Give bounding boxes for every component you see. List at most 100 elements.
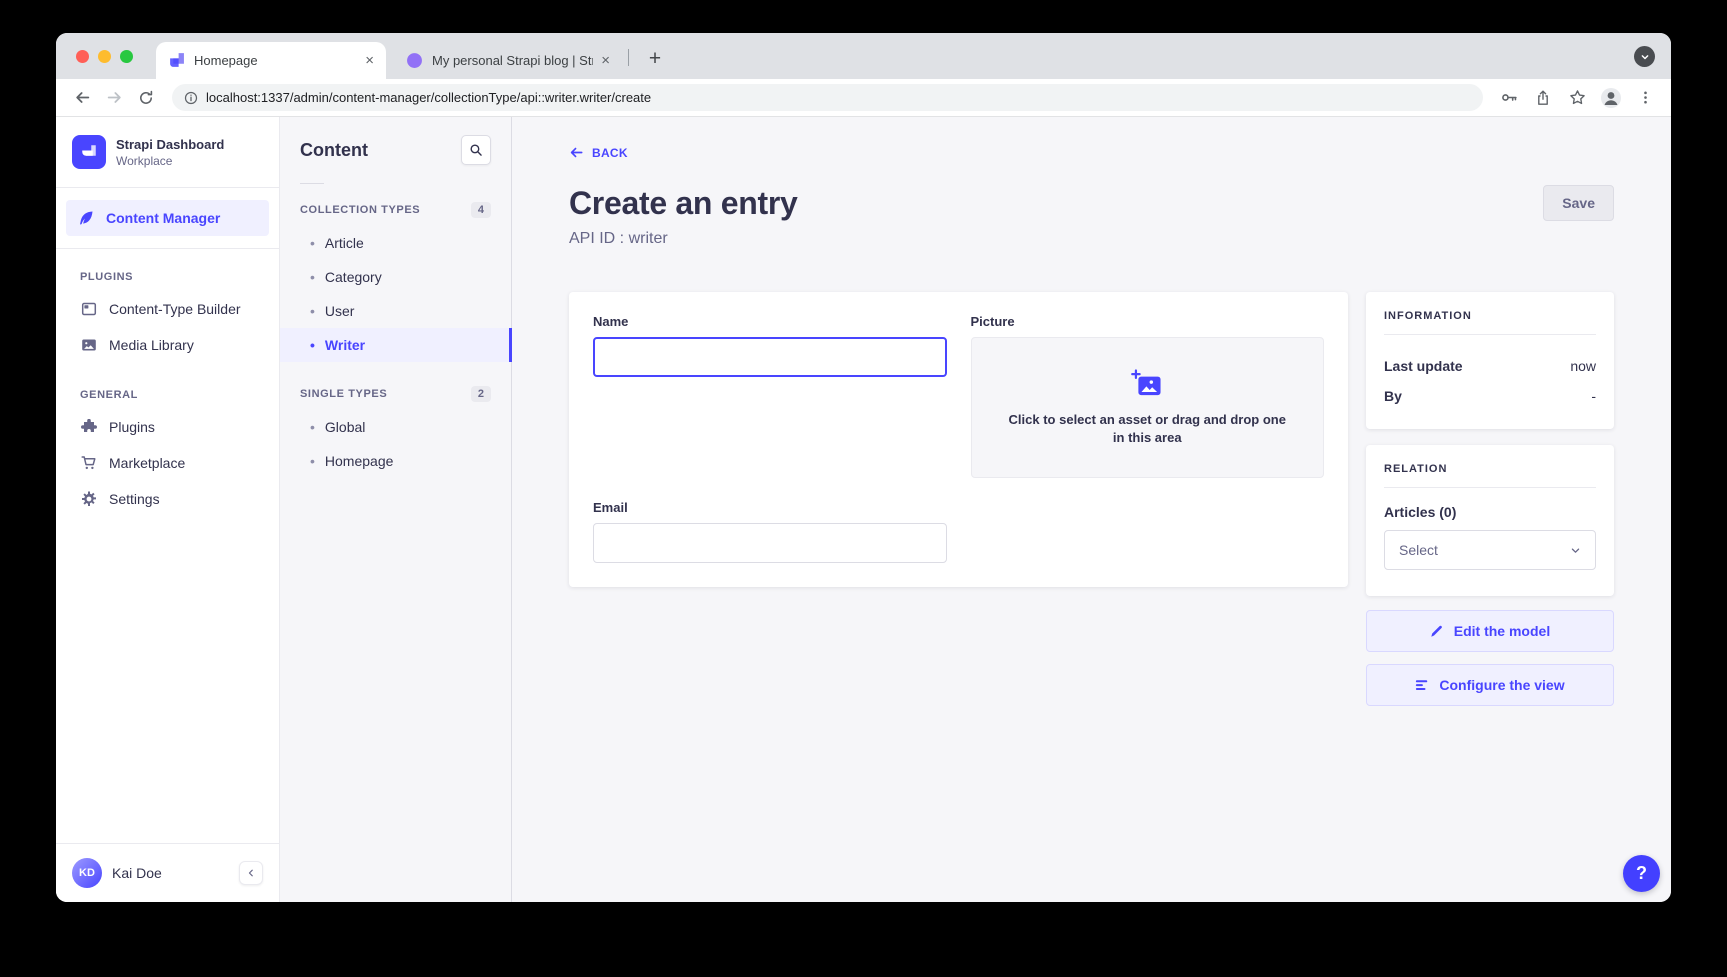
bullet-icon: [310, 303, 315, 319]
tab-strip: Homepage × My personal Strapi blog | Str…: [56, 33, 1671, 79]
sidebar-item-label: Marketplace: [109, 455, 185, 471]
browser-toolbar: localhost:1337/admin/content-manager/col…: [56, 79, 1671, 117]
sidebar-item-marketplace[interactable]: Marketplace: [56, 445, 279, 481]
back-link[interactable]: BACK: [569, 145, 628, 160]
tab-close-icon[interactable]: ×: [601, 53, 610, 68]
chevron-left-icon: [246, 868, 256, 878]
relation-title: RELATION: [1384, 463, 1596, 475]
sidebar-item-plugins[interactable]: Plugins: [56, 409, 279, 445]
cart-icon: [80, 455, 97, 471]
list-item-label: User: [325, 303, 355, 319]
minimize-window-button[interactable]: [98, 50, 111, 63]
page-info-icon[interactable]: [184, 91, 198, 105]
single-types-header: SINGLE TYPES 2: [280, 378, 511, 410]
bullet-icon: [310, 269, 315, 285]
email-input[interactable]: [593, 523, 947, 563]
profile-avatar-icon[interactable]: [1597, 84, 1625, 112]
media-image-icon: [80, 337, 97, 353]
new-tab-button[interactable]: +: [640, 44, 670, 74]
articles-relation-label: Articles (0): [1384, 504, 1596, 520]
password-key-icon[interactable]: [1495, 84, 1523, 112]
info-label: By: [1384, 388, 1402, 404]
tab-search-chevron-button[interactable]: [1634, 46, 1655, 67]
save-button[interactable]: Save: [1543, 185, 1614, 221]
edit-model-button[interactable]: Edit the model: [1366, 610, 1614, 652]
sidebar-item-media-library[interactable]: Media Library: [56, 327, 279, 363]
sidebar-item-content-manager[interactable]: Content Manager: [66, 200, 269, 236]
layout-icon: [80, 301, 97, 317]
user-name: Kai Doe: [112, 865, 229, 881]
list-item-label: Category: [325, 269, 382, 285]
add-image-icon: [1131, 369, 1163, 399]
information-card: INFORMATION Last update now By -: [1366, 292, 1614, 429]
list-item-label: Homepage: [325, 453, 394, 469]
caret-down-icon: [1570, 545, 1581, 556]
sidebar-item-label: Content Manager: [106, 210, 220, 226]
puzzle-icon: [80, 419, 97, 435]
app-title: Strapi Dashboard: [116, 137, 224, 152]
name-input[interactable]: [593, 337, 947, 377]
tab-title: My personal Strapi blog | Strap: [432, 53, 593, 68]
search-icon: [469, 143, 483, 157]
content-panel: Content COLLECTION TYPES 4 Article Categ…: [280, 117, 512, 902]
collection-type-article[interactable]: Article: [280, 226, 511, 260]
sidebar: Strapi Dashboard Workplace Content Manag…: [56, 117, 280, 902]
content-panel-title: Content: [300, 140, 368, 161]
sidebar-user: KD Kai Doe: [56, 843, 279, 902]
blog-favicon-icon: [406, 52, 423, 69]
back-nav-button[interactable]: [68, 84, 96, 112]
close-window-button[interactable]: [76, 50, 89, 63]
email-field-label: Email: [593, 500, 947, 515]
single-type-homepage[interactable]: Homepage: [280, 444, 511, 478]
share-icon[interactable]: [1529, 84, 1557, 112]
list-item-label: Article: [325, 235, 364, 251]
sidebar-item-label: Media Library: [109, 337, 194, 353]
collapse-sidebar-button[interactable]: [239, 861, 263, 885]
info-value: -: [1591, 388, 1596, 404]
forward-nav-button[interactable]: [100, 84, 128, 112]
browser-menu-icon[interactable]: [1631, 84, 1659, 112]
collection-type-category[interactable]: Category: [280, 260, 511, 294]
count-badge: 2: [471, 386, 491, 402]
dropzone-text: Click to select an asset or drag and dro…: [1002, 411, 1294, 446]
search-button[interactable]: [461, 135, 491, 165]
name-field-group: Name: [593, 314, 947, 478]
workspace-brand[interactable]: Strapi Dashboard Workplace: [56, 117, 279, 188]
configure-view-label: Configure the view: [1439, 677, 1564, 693]
sidebar-item-settings[interactable]: Settings: [56, 481, 279, 517]
url-text: localhost:1337/admin/content-manager/col…: [206, 90, 651, 105]
configure-view-button[interactable]: Configure the view: [1366, 664, 1614, 706]
bullet-icon: [310, 419, 315, 435]
nav-main: Content Manager: [56, 188, 279, 249]
picture-dropzone[interactable]: Click to select an asset or drag and dro…: [971, 337, 1325, 478]
information-title: INFORMATION: [1384, 310, 1596, 322]
browser-window: Homepage × My personal Strapi blog | Str…: [56, 33, 1671, 902]
bookmark-star-icon[interactable]: [1563, 84, 1591, 112]
last-update-row: Last update now: [1384, 351, 1596, 381]
bullet-icon: [310, 453, 315, 469]
reload-button[interactable]: [132, 84, 160, 112]
sidebar-item-content-type-builder[interactable]: Content-Type Builder: [56, 291, 279, 327]
tab-strapi-blog[interactable]: My personal Strapi blog | Strap ×: [394, 42, 622, 79]
zoom-window-button[interactable]: [120, 50, 133, 63]
tab-close-icon[interactable]: ×: [365, 53, 374, 68]
toolbar-actions: [1495, 84, 1659, 112]
tab-homepage[interactable]: Homepage ×: [156, 42, 386, 79]
sidebar-section-general: GENERAL Plugins Marketplace: [56, 367, 279, 521]
collection-type-writer[interactable]: Writer: [280, 328, 511, 362]
tab-divider: [628, 49, 629, 66]
sidebar-item-label: Content-Type Builder: [109, 301, 241, 317]
arrow-left-icon: [569, 145, 584, 160]
select-value: Select: [1399, 542, 1438, 558]
sidebar-item-label: Plugins: [109, 419, 155, 435]
collection-type-user[interactable]: User: [280, 294, 511, 328]
strapi-admin-app: Strapi Dashboard Workplace Content Manag…: [56, 117, 1671, 902]
divider: [300, 183, 324, 184]
url-bar[interactable]: localhost:1337/admin/content-manager/col…: [172, 84, 1483, 111]
user-avatar[interactable]: KD: [72, 858, 102, 888]
info-value: now: [1570, 358, 1596, 374]
picture-field-group: Picture Click to select an asset or drag…: [971, 314, 1325, 478]
articles-select[interactable]: Select: [1384, 530, 1596, 570]
single-type-global[interactable]: Global: [280, 410, 511, 444]
help-button[interactable]: ?: [1623, 855, 1660, 892]
